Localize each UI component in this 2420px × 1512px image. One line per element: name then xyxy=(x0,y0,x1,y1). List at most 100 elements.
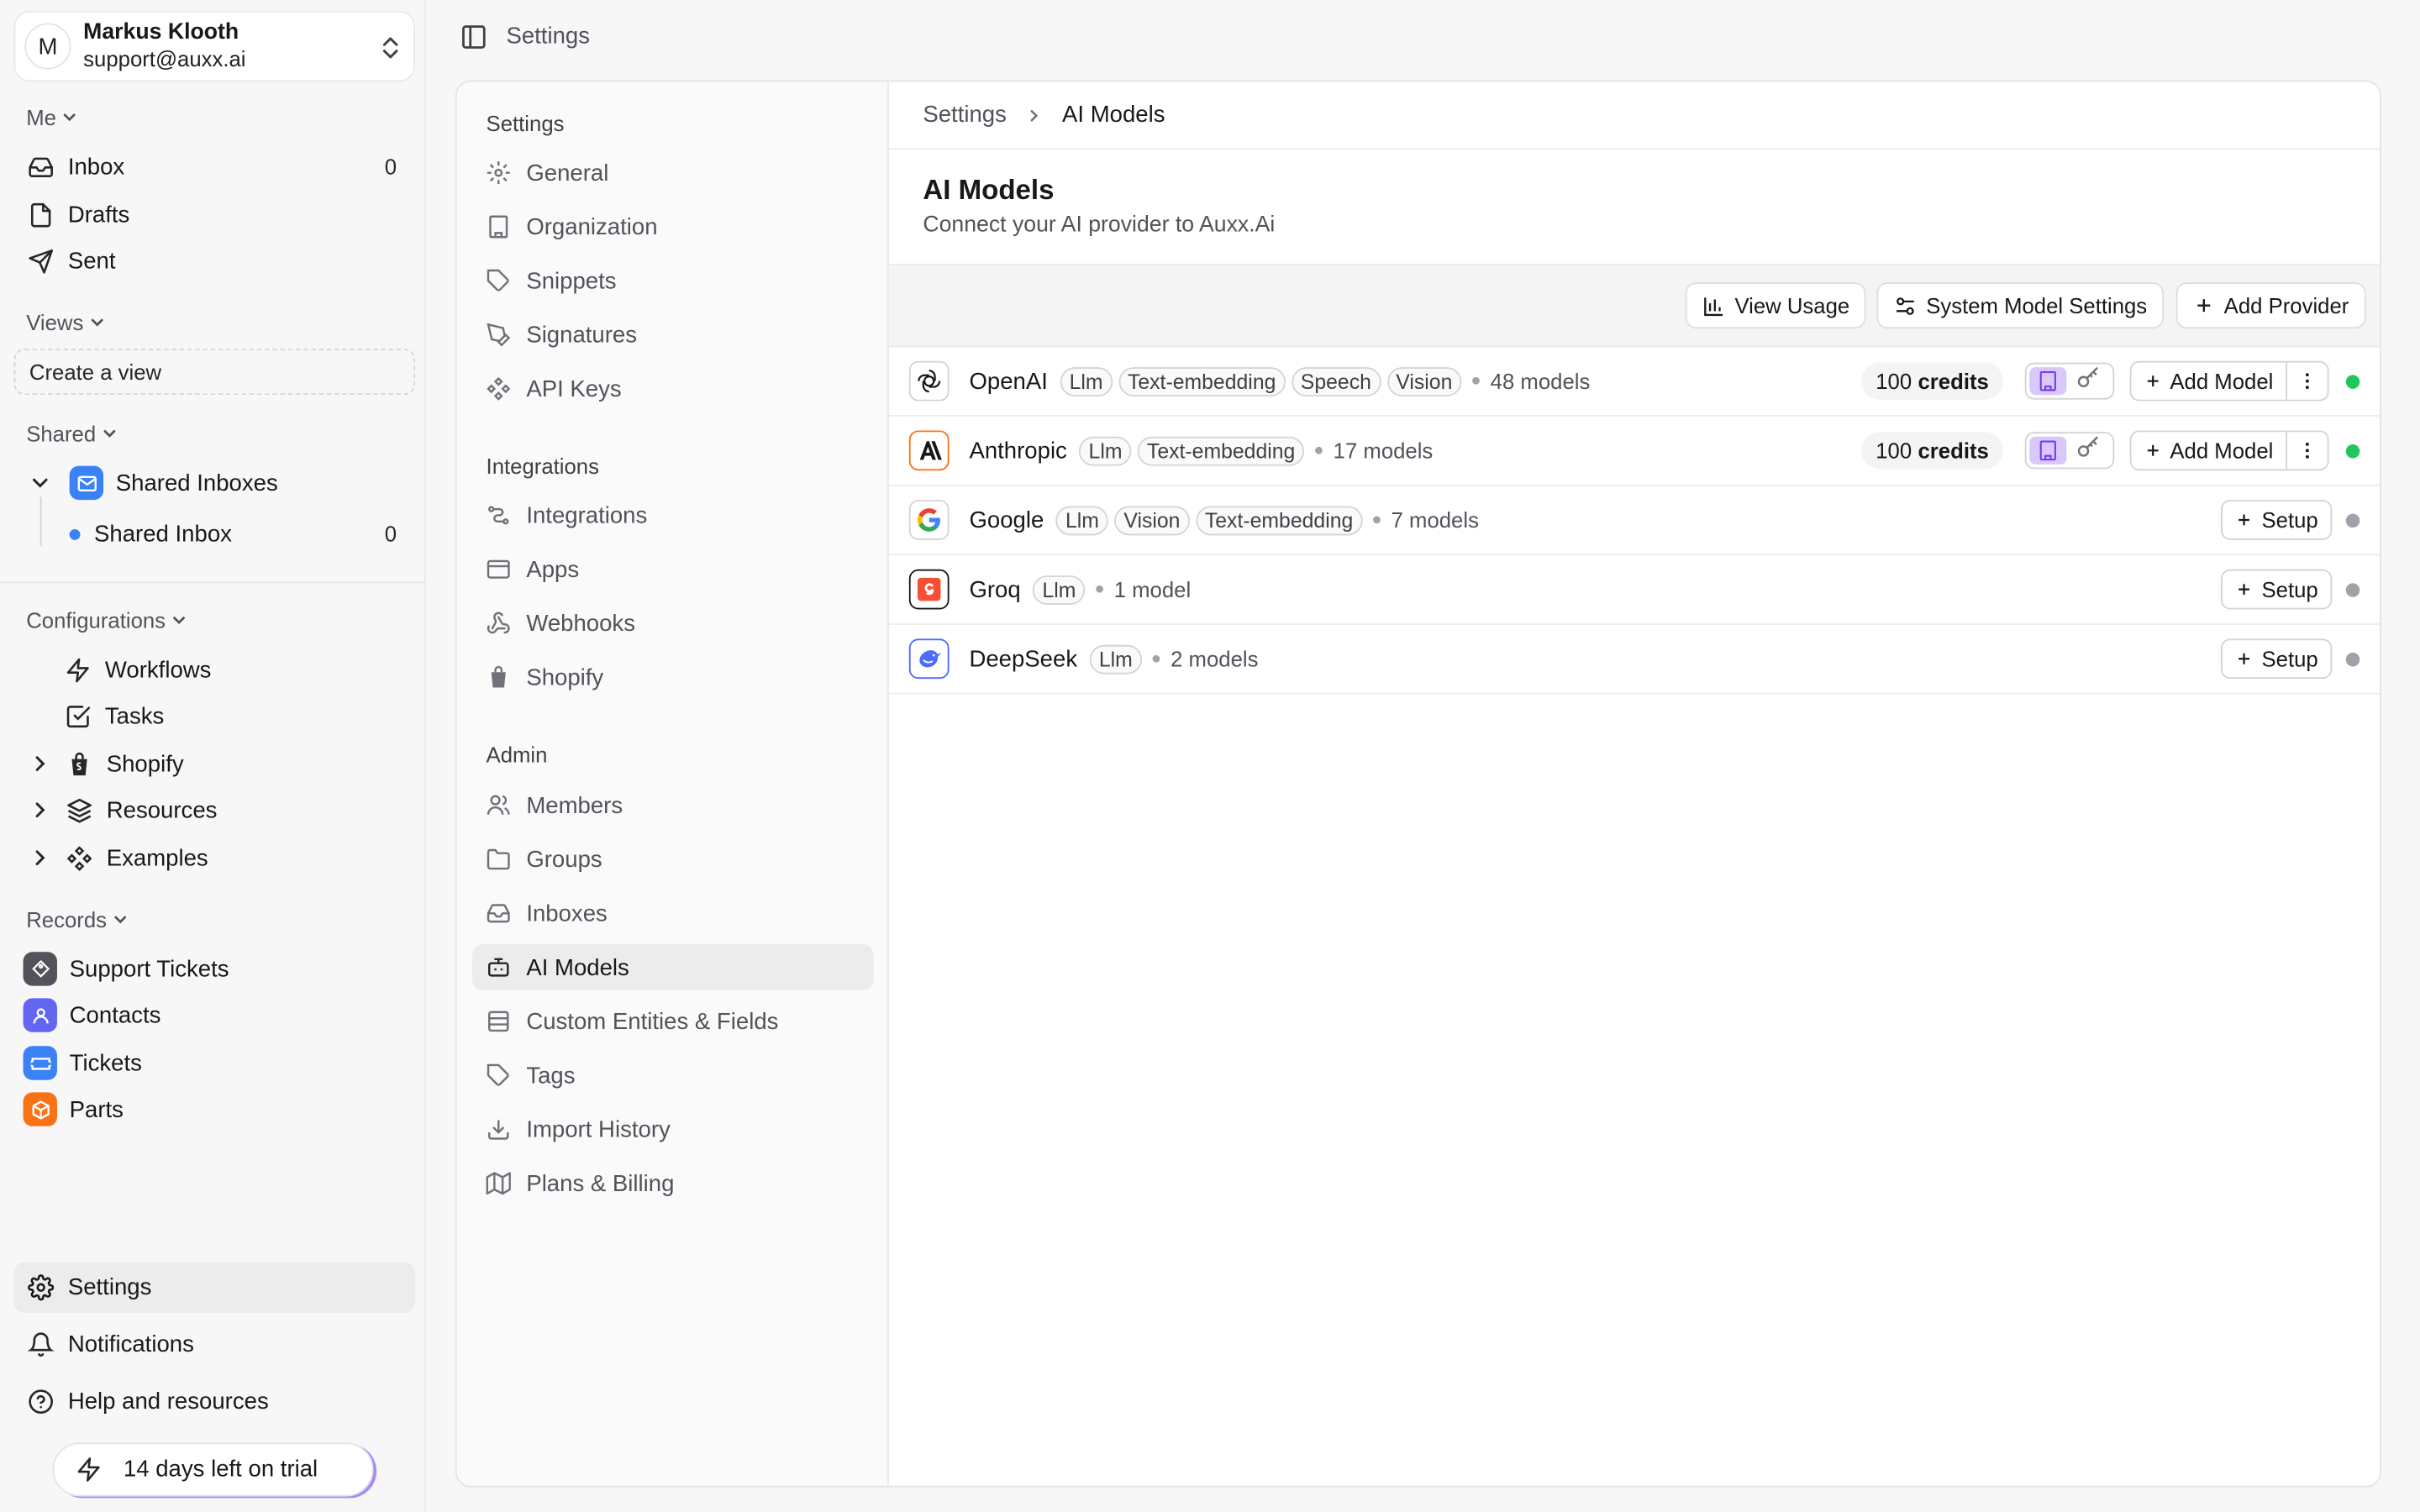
settings-nav-integrations[interactable]: Integrations xyxy=(472,492,874,538)
breadcrumb-current: AI Models xyxy=(1062,102,1165,129)
add-model-button[interactable]: Add Model xyxy=(2131,362,2287,400)
setup-label: Setup xyxy=(2261,576,2318,602)
key-icon[interactable] xyxy=(2075,434,2100,467)
capability-tag: Text-embedding xyxy=(1195,505,1363,535)
sidebar-item-shared-inbox[interactable]: Shared Inbox 0 xyxy=(14,511,416,557)
ticket-icon xyxy=(23,952,57,986)
settings-nav-label: Integrations xyxy=(526,501,648,529)
add-provider-button[interactable]: Add Provider xyxy=(2175,282,2366,329)
sidebar-toggle-icon[interactable] xyxy=(460,24,487,59)
settings-nav-webhooks[interactable]: Webhooks xyxy=(472,600,874,646)
settings-nav-plans-billing[interactable]: Plans & Billing xyxy=(472,1160,874,1206)
provider-row-deepseek[interactable]: DeepSeek Llm ● 2 models Setup xyxy=(888,625,2381,695)
settings-nav-label: Shopify xyxy=(526,664,604,690)
setup-button[interactable]: Setup xyxy=(2221,569,2333,610)
more-vertical-icon[interactable] xyxy=(2287,432,2328,469)
system-model-settings-button[interactable]: System Model Settings xyxy=(1876,282,2165,329)
mail-icon xyxy=(69,465,104,501)
capability-tag: Llm xyxy=(1060,366,1113,396)
sidebar-item-resources[interactable]: Resources xyxy=(14,787,416,833)
settings-nav-custom-entities[interactable]: Custom Entities & Fields xyxy=(472,998,874,1044)
building-icon[interactable] xyxy=(2029,367,2067,396)
settings-nav-organization[interactable]: Organization xyxy=(472,203,874,249)
user-switcher[interactable]: M Markus Klooth support@auxx.ai xyxy=(13,10,416,82)
shopping-bag-icon xyxy=(485,664,513,691)
add-model-button[interactable]: Add Model xyxy=(2131,432,2287,470)
ai-models-content: Settings AI Models AI Models Connect you… xyxy=(888,81,2381,1485)
setup-button[interactable]: Setup xyxy=(2221,638,2333,680)
sidebar-item-label: Parts xyxy=(69,1095,124,1123)
add-model-group: Add Model xyxy=(2129,430,2329,471)
sidebar-item-label: Help and resources xyxy=(67,1388,269,1415)
sidebar-item-sent[interactable]: Sent xyxy=(14,238,416,284)
credential-toggle[interactable] xyxy=(2024,362,2115,400)
section-me[interactable]: Me xyxy=(26,105,79,129)
settings-nav-label: Snippets xyxy=(526,267,617,294)
sidebar-item-workflows[interactable]: Workflows xyxy=(14,647,416,693)
create-view-button[interactable]: Create a view xyxy=(13,349,416,396)
settings-card: Settings General Organization Snippets S… xyxy=(455,80,2382,1488)
view-usage-button[interactable]: View Usage xyxy=(1685,282,1867,329)
provider-row-anthropic[interactable]: Anthropic Llm Text-embedding ● 17 models… xyxy=(888,417,2381,486)
status-dot xyxy=(2345,512,2360,528)
sidebar-item-examples[interactable]: Examples xyxy=(14,835,416,881)
chevron-right-icon[interactable] xyxy=(28,753,52,774)
model-count: 7 models xyxy=(1391,507,1479,533)
sidebar-item-inbox[interactable]: Inbox 0 xyxy=(14,144,416,190)
sidebar-item-contacts[interactable]: Contacts xyxy=(14,992,416,1038)
settings-nav-ai-models[interactable]: AI Models xyxy=(472,944,874,991)
section-records[interactable]: Records xyxy=(26,907,129,932)
setup-button[interactable]: Setup xyxy=(2221,500,2333,540)
settings-nav-signatures[interactable]: Signatures xyxy=(472,312,874,358)
building-icon[interactable] xyxy=(2029,436,2067,465)
section-shared[interactable]: Shared xyxy=(26,421,118,446)
provider-row-openai[interactable]: OpenAI Llm Text-embedding Speech Vision … xyxy=(888,347,2381,417)
settings-nav-label: Signatures xyxy=(526,321,638,349)
settings-nav-tags[interactable]: Tags xyxy=(472,1053,874,1099)
sidebar-item-shared-inboxes[interactable]: Shared Inboxes xyxy=(14,459,416,506)
breadcrumb: Settings AI Models xyxy=(923,102,1165,128)
section-views[interactable]: Views xyxy=(26,310,107,335)
bot-icon xyxy=(485,953,513,981)
settings-nav-import-history[interactable]: Import History xyxy=(472,1106,874,1152)
sidebar-item-settings[interactable]: Settings xyxy=(13,1262,416,1314)
sidebar-item-help[interactable]: Help and resources xyxy=(14,1378,416,1424)
key-icon[interactable] xyxy=(2075,365,2100,397)
sidebar-item-drafts[interactable]: Drafts xyxy=(14,192,416,238)
sidebar-item-notifications[interactable]: Notifications xyxy=(14,1320,416,1367)
capability-tag: Text-embedding xyxy=(1137,435,1305,465)
divider xyxy=(0,581,426,584)
settings-nav-apps[interactable]: Apps xyxy=(472,546,874,592)
provider-row-google[interactable]: Google Llm Vision Text-embedding ● 7 mod… xyxy=(888,486,2381,556)
chevron-down-icon[interactable] xyxy=(28,472,52,494)
settings-nav-snippets[interactable]: Snippets xyxy=(472,258,874,304)
users-icon xyxy=(485,791,513,819)
deepseek-logo-icon xyxy=(908,638,950,680)
system-model-settings-label: System Model Settings xyxy=(1926,292,2148,318)
chevron-right-icon[interactable] xyxy=(28,799,52,821)
settings-nav-general[interactable]: General xyxy=(472,150,874,196)
settings-nav-inboxes[interactable]: Inboxes xyxy=(472,890,874,937)
sidebar-item-tickets[interactable]: Tickets xyxy=(14,1040,416,1086)
chevron-right-icon[interactable] xyxy=(28,847,52,869)
gear-icon xyxy=(485,159,513,186)
section-me-label: Me xyxy=(26,104,56,130)
settings-nav-members[interactable]: Members xyxy=(472,782,874,828)
provider-row-groq[interactable]: Groq Llm ● 1 model Setup xyxy=(888,555,2381,625)
settings-nav-label: Import History xyxy=(526,1116,671,1143)
sidebar-item-support-tickets[interactable]: Support Tickets xyxy=(14,946,416,992)
credential-toggle[interactable] xyxy=(2024,432,2115,470)
settings-nav-groups[interactable]: Groups xyxy=(472,836,874,882)
send-icon xyxy=(26,247,54,275)
more-vertical-icon[interactable] xyxy=(2287,363,2328,400)
settings-nav-api-keys[interactable]: API Keys xyxy=(472,365,874,412)
breadcrumb-settings[interactable]: Settings xyxy=(923,102,1007,128)
trial-button[interactable]: 14 days left on trial xyxy=(52,1442,374,1497)
settings-nav-shopify[interactable]: Shopify xyxy=(472,654,874,701)
sidebar-item-shopify[interactable]: Shopify xyxy=(14,741,416,787)
dot-separator: ● xyxy=(1150,649,1162,669)
sidebar-item-parts[interactable]: Parts xyxy=(14,1086,416,1132)
credits-badge: 100 credits xyxy=(1861,432,2004,470)
section-configurations[interactable]: Configurations xyxy=(26,608,188,633)
sidebar-item-tasks[interactable]: Tasks xyxy=(14,693,416,739)
